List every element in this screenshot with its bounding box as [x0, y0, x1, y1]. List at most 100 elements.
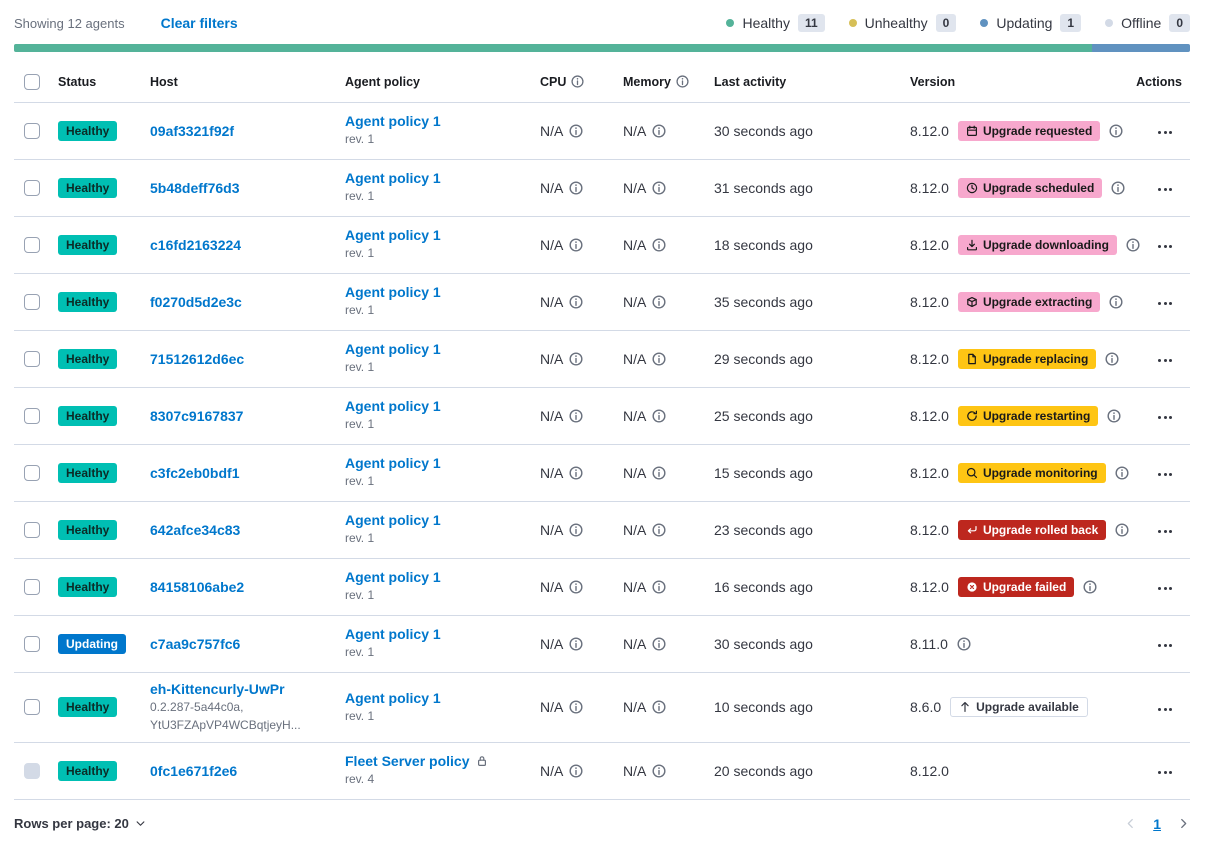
host-link[interactable]: c3fc2eb0bdf1: [150, 465, 239, 481]
rows-per-page-button[interactable]: Rows per page: 20: [14, 816, 146, 831]
host-link[interactable]: 0fc1e671f2e6: [150, 763, 237, 779]
policy-link[interactable]: Agent policy 1: [345, 170, 441, 186]
upgrade-info-icon[interactable]: [1109, 124, 1123, 138]
row-actions-button[interactable]: [1154, 182, 1176, 197]
row-actions-button[interactable]: [1154, 581, 1176, 596]
cpu-info-icon[interactable]: [569, 580, 583, 594]
agent-version: 8.12.0: [910, 123, 949, 139]
status-badge: Healthy: [58, 235, 117, 255]
memory-info-icon[interactable]: [652, 523, 666, 537]
row-checkbox[interactable]: [24, 636, 40, 652]
row-checkbox[interactable]: [24, 237, 40, 253]
host-link[interactable]: eh-Kittencurly-UwPr: [150, 681, 285, 697]
upgrade-info-icon[interactable]: [1111, 181, 1125, 195]
legend-item-unhealthy[interactable]: Unhealthy0: [849, 14, 957, 32]
host-link[interactable]: 642afce34c83: [150, 522, 240, 538]
row-checkbox[interactable]: [24, 123, 40, 139]
last-activity: 15 seconds ago: [706, 444, 902, 501]
row-actions-button[interactable]: [1154, 353, 1176, 368]
row-checkbox[interactable]: [24, 294, 40, 310]
row-actions-button[interactable]: [1154, 239, 1176, 254]
row-actions-button[interactable]: [1154, 638, 1176, 653]
cpu-info-icon[interactable]: [569, 295, 583, 309]
memory-info-icon[interactable]: [652, 238, 666, 252]
row-actions-button[interactable]: [1154, 702, 1176, 717]
upgrade-info-icon[interactable]: [1107, 409, 1121, 423]
pagination-next-button[interactable]: [1177, 817, 1190, 830]
cpu-info-icon[interactable]: [569, 764, 583, 778]
select-all-checkbox[interactable]: [24, 74, 40, 90]
cpu-header-info-icon[interactable]: [571, 75, 584, 88]
host-link[interactable]: 5b48deff76d3: [150, 180, 239, 196]
row-checkbox[interactable]: [24, 351, 40, 367]
policy-link[interactable]: Agent policy 1: [345, 455, 441, 471]
memory-info-icon[interactable]: [652, 466, 666, 480]
policy-link[interactable]: Agent policy 1: [345, 113, 441, 129]
info-icon: [569, 466, 583, 480]
row-actions-button[interactable]: [1154, 467, 1176, 482]
cpu-info-icon[interactable]: [569, 637, 583, 651]
host-link[interactable]: 09af3321f92f: [150, 123, 234, 139]
memory-info-icon[interactable]: [652, 409, 666, 423]
policy-link[interactable]: Agent policy 1: [345, 626, 441, 642]
row-actions-button[interactable]: [1154, 410, 1176, 425]
pagination-prev-button[interactable]: [1124, 817, 1137, 830]
memory-info-icon[interactable]: [652, 352, 666, 366]
upgrade-info-icon[interactable]: [1115, 523, 1129, 537]
row-checkbox[interactable]: [24, 465, 40, 481]
host-link[interactable]: f0270d5d2e3c: [150, 294, 242, 310]
cpu-info-icon[interactable]: [569, 124, 583, 138]
cpu-info-icon[interactable]: [569, 466, 583, 480]
host-link[interactable]: 84158106abe2: [150, 579, 244, 595]
memory-info-icon[interactable]: [652, 580, 666, 594]
status-badge: Healthy: [58, 697, 117, 717]
row-checkbox[interactable]: [24, 579, 40, 595]
memory-info-icon[interactable]: [652, 637, 666, 651]
memory-header-info-icon[interactable]: [676, 75, 689, 88]
upgrade-info-icon[interactable]: [1126, 238, 1140, 252]
host-link[interactable]: c16fd2163224: [150, 237, 241, 253]
policy-link[interactable]: Agent policy 1: [345, 284, 441, 300]
row-actions-button[interactable]: [1154, 524, 1176, 539]
cpu-info-icon[interactable]: [569, 352, 583, 366]
policy-link[interactable]: Agent policy 1: [345, 398, 441, 414]
last-activity: 23 seconds ago: [706, 501, 902, 558]
pagination-page-1[interactable]: 1: [1153, 816, 1161, 832]
memory-info-icon[interactable]: [652, 700, 666, 714]
policy-link[interactable]: Fleet Server policy: [345, 753, 470, 769]
col-last-activity: Last activity: [706, 62, 902, 102]
host-link[interactable]: c7aa9c757fc6: [150, 636, 240, 652]
row-checkbox[interactable]: [24, 408, 40, 424]
host-link[interactable]: 71512612d6ec: [150, 351, 244, 367]
upgrade-info-icon[interactable]: [1115, 466, 1129, 480]
host-link[interactable]: 8307c9167837: [150, 408, 243, 424]
cpu-info-icon[interactable]: [569, 409, 583, 423]
upgrade-info-icon[interactable]: [1083, 580, 1097, 594]
cpu-info-icon[interactable]: [569, 181, 583, 195]
policy-link[interactable]: Agent policy 1: [345, 690, 441, 706]
row-actions-button[interactable]: [1154, 125, 1176, 140]
legend-item-updating[interactable]: Updating1: [980, 14, 1081, 32]
upgrade-info-icon[interactable]: [1109, 295, 1123, 309]
policy-link[interactable]: Agent policy 1: [345, 341, 441, 357]
memory-info-icon[interactable]: [652, 124, 666, 138]
legend-item-offline[interactable]: Offline0: [1105, 14, 1190, 32]
row-checkbox[interactable]: [24, 180, 40, 196]
memory-info-icon[interactable]: [652, 295, 666, 309]
cpu-info-icon[interactable]: [569, 700, 583, 714]
legend-item-healthy[interactable]: Healthy11: [726, 14, 824, 32]
memory-info-icon[interactable]: [652, 764, 666, 778]
policy-link[interactable]: Agent policy 1: [345, 569, 441, 585]
upgrade-info-icon[interactable]: [957, 637, 971, 651]
row-actions-button[interactable]: [1154, 296, 1176, 311]
cpu-info-icon[interactable]: [569, 523, 583, 537]
row-actions-button[interactable]: [1154, 765, 1176, 780]
policy-link[interactable]: Agent policy 1: [345, 227, 441, 243]
upgrade-info-icon[interactable]: [1105, 352, 1119, 366]
row-checkbox[interactable]: [24, 522, 40, 538]
row-checkbox[interactable]: [24, 699, 40, 715]
cpu-info-icon[interactable]: [569, 238, 583, 252]
memory-info-icon[interactable]: [652, 181, 666, 195]
policy-link[interactable]: Agent policy 1: [345, 512, 441, 528]
clear-filters-button[interactable]: Clear filters: [161, 15, 238, 31]
